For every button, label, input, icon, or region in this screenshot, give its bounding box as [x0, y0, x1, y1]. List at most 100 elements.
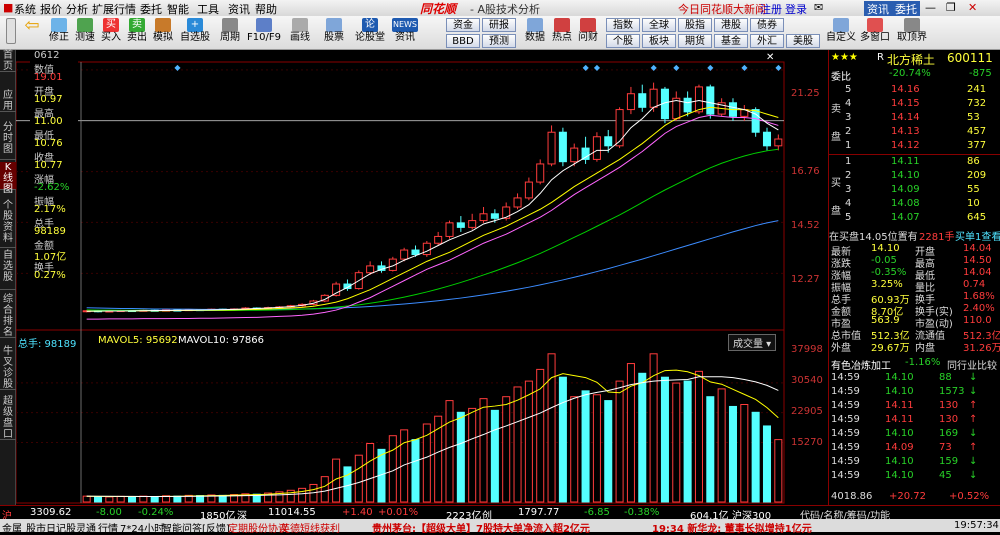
news-tab[interactable]: 金属 — [2, 520, 22, 535]
volume-bar — [105, 496, 114, 503]
f10-button[interactable]: F10/F9 — [244, 18, 284, 48]
industry-compare-tab[interactable]: 同行业比较 — [947, 357, 997, 372]
us-stocks-button[interactable]: 美股 — [786, 34, 820, 48]
kline-chart-svg[interactable]: ◆ ◆ ◆ ◆ ◆ ◆ ◆ ◆ — [16, 50, 828, 505]
back-button[interactable]: ⇦ — [18, 17, 46, 48]
forex-button[interactable]: 外汇 — [750, 34, 784, 48]
volume-bar — [354, 454, 363, 503]
ask-button[interactable]: 问财 — [576, 18, 600, 48]
close-icon[interactable]: ✕ — [968, 1, 977, 14]
stocks-button[interactable]: 股票 — [318, 18, 350, 48]
stat-v: -0.05 — [871, 255, 897, 266]
tab-intraday[interactable]: 分时图 — [0, 122, 16, 160]
menu-help[interactable]: 帮助 — [255, 1, 277, 17]
edit-button[interactable]: 修正 — [46, 18, 72, 48]
volume-bar — [728, 405, 737, 503]
tab-apps[interactable]: 应用 — [0, 90, 16, 112]
global-button[interactable]: 全球 — [642, 18, 676, 32]
hk-stocks-button[interactable]: 港股 — [714, 18, 748, 32]
speed-test-button[interactable]: 测速 — [72, 18, 98, 48]
tab-kline[interactable]: K线图 — [0, 162, 16, 195]
news-tab[interactable]: 股灵通 — [66, 520, 96, 535]
tab-home[interactable]: 首页 — [0, 50, 16, 72]
daily-news-link[interactable]: 今日同花顺大新闻 — [678, 1, 766, 17]
news-tab[interactable]: 英德短线获利 — [280, 520, 340, 535]
menu-tools[interactable]: 工具 — [197, 1, 219, 17]
indicator-select[interactable]: 成交量 ▾ — [728, 334, 777, 351]
order-row-price[interactable]: 14.15 — [891, 98, 920, 109]
tab-ranking[interactable]: 综合排名 — [0, 294, 16, 338]
fund-button[interactable]: 基金 — [714, 34, 748, 48]
custom-icon — [833, 18, 849, 32]
top-button[interactable]: 取顶界 — [895, 18, 929, 48]
sell-button[interactable]: 卖卖出 — [124, 18, 150, 48]
research-button[interactable]: 研报 — [482, 18, 516, 32]
tab-level2[interactable]: 超级盘口 — [0, 396, 16, 440]
msg-icon[interactable]: ✉ — [814, 1, 823, 14]
tab-diagnosis[interactable]: 牛叉诊股 — [0, 346, 16, 390]
order-row-price[interactable]: 14.07 — [891, 212, 920, 223]
buy-button[interactable]: 买买入 — [98, 18, 124, 48]
hotspot-button[interactable]: 热点 — [550, 18, 574, 48]
tab-stock-profile[interactable]: 个股资料 — [0, 200, 16, 248]
futures-index-button[interactable]: 股指 — [678, 18, 712, 32]
news-headline[interactable]: 19:34 新华龙: 董事长拟增持1亿元 — [652, 520, 812, 535]
market-status-bar: 沪 3309.62 -8.00 -0.24% 1850亿 深 11014.55 … — [0, 505, 1000, 522]
sector-button[interactable]: 板块 — [642, 34, 676, 48]
news-tab[interactable]: 智能问答[反馈] — [162, 520, 230, 535]
chart-close-icon[interactable]: ✕ — [766, 52, 774, 63]
period-button[interactable]: 周期 — [216, 18, 244, 48]
data-icon — [527, 18, 543, 32]
order-row-price[interactable]: 14.12 — [891, 140, 920, 151]
futures-button[interactable]: 期货 — [678, 34, 712, 48]
news-tab[interactable]: 定期股份协议 — [228, 520, 288, 535]
menu-smart[interactable]: 智能 — [167, 1, 189, 17]
gavel-icon — [155, 18, 171, 32]
indicator-select-value: 成交量 — [733, 339, 763, 350]
multi-window-button[interactable]: 多窗口 — [858, 18, 892, 48]
menu-info[interactable]: 资讯 — [228, 1, 250, 17]
menu-analysis[interactable]: 分析 — [66, 1, 88, 17]
order-row-price[interactable]: 14.13 — [891, 126, 920, 137]
news-tab[interactable]: 行情 — [98, 520, 118, 535]
forecast-button[interactable]: 预测 — [482, 34, 516, 48]
data-button[interactable]: 数据 — [522, 18, 548, 48]
info-value: 2.17% — [34, 204, 66, 215]
tab-watchlist[interactable]: 自选股 — [0, 250, 16, 290]
order-row-price[interactable]: 14.09 — [891, 184, 920, 195]
login-link[interactable]: 登录 — [785, 1, 807, 17]
menu-trade[interactable]: 委托 — [140, 1, 162, 17]
add-watchlist-button[interactable]: + 自选股 — [178, 18, 212, 48]
custom-button[interactable]: 自定义 — [826, 18, 856, 48]
order-row-price[interactable]: 14.14 — [891, 112, 920, 123]
menu-ext-quotes[interactable]: 扩展行情 — [92, 1, 136, 17]
simulate-button[interactable]: 模拟 — [150, 18, 176, 48]
info-value: 10.77 — [34, 160, 63, 171]
single-stock-button[interactable]: 个股 — [606, 34, 640, 48]
page-back-button[interactable] — [4, 18, 18, 48]
trade-button[interactable]: 委托 — [892, 1, 920, 17]
bbd-button[interactable]: BBD — [446, 34, 480, 48]
menu-quotes[interactable]: 报价 — [40, 1, 62, 17]
app-menu-icon[interactable]: ■ — [3, 1, 13, 14]
fund-flow-button[interactable]: 资金 — [446, 18, 480, 32]
industry-name[interactable]: 有色冶炼加工 — [831, 357, 891, 372]
order-row-price[interactable]: 14.11 — [891, 156, 920, 167]
order-row-price[interactable]: 14.10 — [891, 170, 920, 181]
draw-line-button[interactable]: 画线 — [286, 18, 314, 48]
forum-button[interactable]: 论论股堂 — [352, 18, 388, 48]
news-tab[interactable]: 股市日记 — [26, 520, 66, 535]
bonds-button[interactable]: 债券 — [750, 18, 784, 32]
info-button[interactable]: 资讯 — [864, 1, 892, 17]
order-row-price[interactable]: 14.16 — [891, 84, 920, 95]
news-headline[interactable]: 贵州茅台:【超级大单】7股特大单净流入超2亿元 — [372, 520, 590, 535]
restore-icon[interactable]: ❐ — [946, 1, 956, 14]
index-button[interactable]: 指数 — [606, 18, 640, 32]
order-row-price[interactable]: 14.08 — [891, 198, 920, 209]
news-button[interactable]: NEWS 资讯 — [390, 18, 420, 48]
register-link[interactable]: 注册 — [760, 1, 782, 17]
minimize-icon[interactable]: — — [925, 1, 936, 14]
kline-chart-area[interactable]: ◆ ◆ ◆ ◆ ◆ ◆ ◆ ◆ ✕ 0612 数值 19.01 开盘 10.97 最高 11.00 最低 10… — [16, 50, 828, 505]
news-tab[interactable]: 7*24小时 — [120, 520, 164, 535]
order-detail-link[interactable]: 买单1查看详细 — [955, 228, 1000, 243]
